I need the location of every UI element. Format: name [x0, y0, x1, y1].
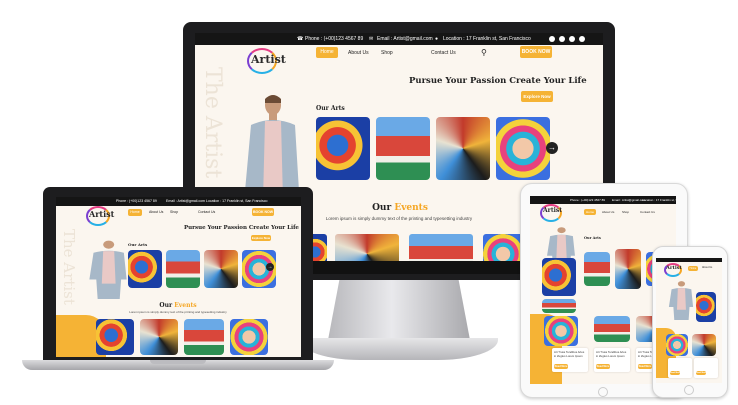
laptop-art-1[interactable]: [128, 250, 162, 288]
phone-card-2[interactable]: Read More: [694, 358, 718, 378]
tablet-logo[interactable]: Artist: [543, 207, 562, 214]
phone-home-button[interactable]: [684, 385, 694, 395]
laptop-notch: [150, 360, 206, 364]
book-now-button[interactable]: BOOK NOW: [520, 46, 552, 58]
tablet-topbar: Phone : (+00)123 4567 89 Email : Artist@…: [530, 196, 676, 204]
tablet-nav-contact[interactable]: Contact Us: [640, 210, 655, 214]
laptop-book-now[interactable]: BOOK NOW: [252, 208, 274, 216]
laptop-events-title: Our Events: [159, 302, 197, 309]
laptop-topbar: Phone : (+00)123 4567 89 Email : Artist@…: [56, 197, 301, 206]
art-thumbnail-4[interactable]: [496, 117, 550, 180]
laptop-screen: Phone : (+00)123 4567 89 Email : Artist@…: [56, 197, 301, 357]
nav-about[interactable]: About Us: [348, 50, 369, 56]
facebook-icon[interactable]: [549, 36, 555, 42]
monitor-stand-base: [300, 338, 498, 360]
laptop-headline: Pursue Your Passion Create Your Life: [184, 225, 299, 231]
laptop-our-arts: Our Arts: [128, 242, 148, 247]
laptop-event-2[interactable]: [140, 319, 178, 355]
tablet-art-2[interactable]: [615, 249, 641, 289]
laptop-art-3[interactable]: [204, 250, 238, 288]
laptop-event-3[interactable]: [184, 319, 224, 355]
laptop-topbar-location: Location : 17 Franklin st, San Francisco: [206, 199, 268, 203]
arrow-right-icon[interactable]: →: [546, 142, 558, 154]
phone-art-1[interactable]: [696, 292, 716, 322]
phone-nav-about[interactable]: About Us: [702, 266, 712, 269]
location-icon: ●: [435, 36, 439, 42]
instagram-icon[interactable]: [569, 36, 575, 42]
topbar-location: Location : 17 Franklin st, San Francisco: [443, 36, 531, 42]
tablet-nav-home[interactable]: Home: [584, 209, 596, 215]
laptop-nav-home[interactable]: Home: [128, 209, 142, 216]
laptop-art-2[interactable]: [166, 250, 200, 288]
tablet-home-button[interactable]: [598, 387, 608, 397]
tablet-nav-shop[interactable]: Shop: [622, 210, 629, 214]
tablet-our-arts: Our Arts: [584, 236, 601, 240]
laptop-events-subtitle: Lorem ipsum is simply dummy text of the …: [129, 310, 227, 314]
monitor-stand: [328, 280, 470, 340]
tablet-card-1[interactable]: Art Truss Tendibus Artos in Zugtus Lorem…: [552, 348, 588, 372]
phone-topbar: [656, 258, 722, 262]
laptop-topbar-phone: Phone : (+00)123 4567 89: [116, 199, 157, 203]
laptop-event-4[interactable]: [230, 319, 268, 355]
laptop-nav-about[interactable]: About Us: [149, 210, 163, 214]
monitor-overlap-band: [307, 261, 523, 274]
phone-nav-home[interactable]: Home: [688, 266, 698, 271]
phone-card-2-button[interactable]: Read More: [696, 371, 706, 375]
tablet-card-2-button[interactable]: Read More: [596, 364, 610, 369]
top-contact-bar: ☎ Phone : (+00)123 4567 89 ✉ Email : Art…: [195, 33, 603, 45]
nav-home[interactable]: Home: [316, 47, 338, 58]
mail-icon: ✉: [369, 36, 374, 42]
topbar-email: Email : Artist@gmail.com: [377, 36, 433, 42]
tablet-art-1[interactable]: [584, 252, 610, 286]
search-icon[interactable]: ⚲: [481, 48, 487, 57]
linkedin-icon[interactable]: [579, 36, 585, 42]
tablet-card-1-button[interactable]: Read More: [554, 364, 568, 369]
laptop-artist-photo: [89, 240, 127, 299]
phone-card-1[interactable]: Read More: [668, 358, 692, 378]
laptop-logo[interactable]: Artist: [89, 209, 114, 219]
tablet-art-5[interactable]: [542, 299, 576, 313]
topbar-phone: Phone : (+00)123 4567 89: [305, 36, 364, 42]
tablet-art-4[interactable]: [542, 258, 576, 296]
tablet-card-2[interactable]: Art Truss Tendibus Artos in Zugtus Lorem…: [594, 348, 630, 372]
events-title: Our Events: [372, 203, 428, 213]
laptop-event-1[interactable]: [96, 319, 134, 355]
nav-contact[interactable]: Contact Us: [431, 50, 456, 56]
vertical-watermark: The Artist: [200, 67, 225, 179]
art-thumbnail-1[interactable]: [316, 117, 370, 180]
art-thumbnail-2[interactable]: [376, 117, 430, 180]
explore-now-button[interactable]: Explore Now: [521, 91, 553, 102]
tablet-event-1[interactable]: [544, 316, 578, 346]
phone-event-1[interactable]: [666, 334, 688, 356]
art-thumbnail-3[interactable]: [436, 117, 490, 180]
phone-event-2[interactable]: [692, 334, 716, 356]
phone-logo[interactable]: Artist: [666, 265, 682, 271]
phone-card-1-button[interactable]: Read More: [670, 371, 680, 375]
events-subtitle: Lorem ipsum is simply dummy text of the …: [325, 216, 473, 221]
site-logo[interactable]: Artist: [251, 53, 286, 66]
laptop-topbar-email: Email : Artist@gmail.com: [166, 199, 205, 203]
tablet-event-2[interactable]: [594, 316, 630, 342]
nav-shop[interactable]: Shop: [381, 50, 393, 56]
laptop-nav-contact[interactable]: Contact Us: [198, 210, 215, 214]
phone-artist-photo: [668, 281, 694, 320]
phone-screen: Artist Home About Us Read More Read More: [656, 258, 722, 383]
our-arts-title: Our Arts: [316, 105, 345, 112]
tablet-nav-about[interactable]: About Us: [602, 210, 614, 214]
phone-icon: ☎: [297, 36, 304, 42]
tablet-card-1-title: Art Truss Tendibus Artos in Zugtus Lorem…: [554, 350, 585, 358]
laptop-vertical-watermark: The Artist: [60, 229, 78, 305]
tablet-card-3-button[interactable]: Read More: [638, 364, 652, 369]
hero-headline: Pursue Your Passion Create Your Life: [409, 76, 587, 86]
tablet-topbar-email: Email : Artist@gmail.com: [612, 198, 646, 202]
tablet-card-2-title: Art Truss Tendibus Artos in Zugtus Lorem…: [596, 350, 627, 358]
tablet-topbar-location: Location : 17 Franklin st, San Francisco: [642, 198, 676, 202]
twitter-icon[interactable]: [559, 36, 565, 42]
laptop-explore-button[interactable]: Explore Now: [251, 235, 271, 241]
laptop-arrow-right-icon[interactable]: →: [266, 263, 274, 271]
laptop-nav-shop[interactable]: Shop: [170, 210, 178, 214]
tablet-topbar-phone: Phone : (+00)123 4567 89: [570, 198, 605, 202]
